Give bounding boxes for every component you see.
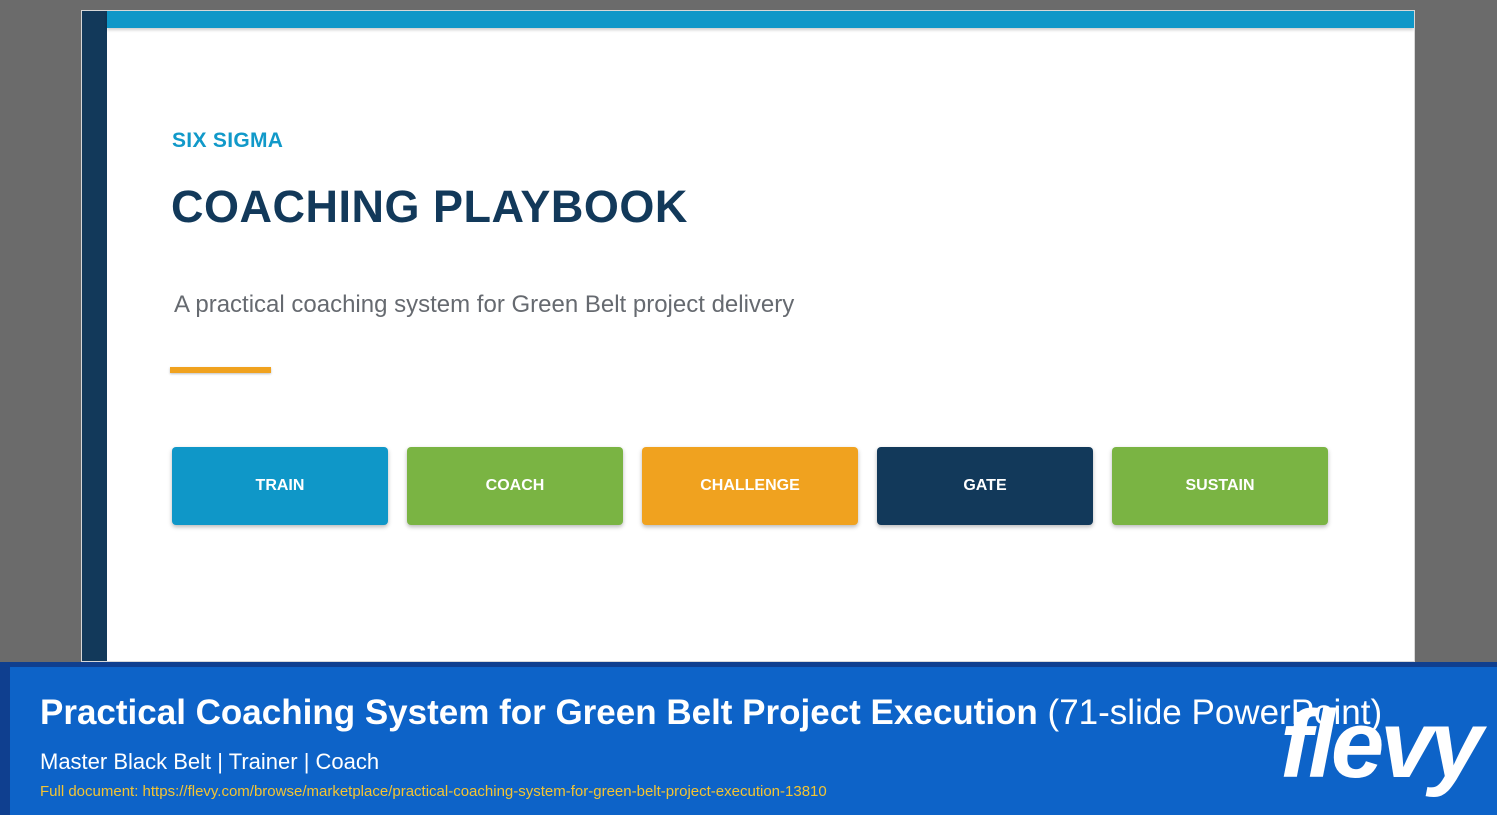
slide-subtitle: A practical coaching system for Green Be…	[174, 291, 795, 318]
document-title-main: Practical Coaching System for Green Belt…	[40, 693, 1038, 732]
footer-panel: Practical Coaching System for Green Belt…	[10, 667, 1497, 815]
pill-train[interactable]: TRAIN	[172, 447, 388, 525]
footer-banner: Practical Coaching System for Green Belt…	[0, 662, 1497, 815]
author-line: Master Black Belt | Trainer | Coach	[40, 749, 380, 774]
slide-title: COACHING PLAYBOOK	[171, 181, 688, 232]
document-link[interactable]: Full document: https://flevy.com/browse/…	[40, 783, 827, 800]
slide-top-bar	[107, 11, 1414, 28]
slide-left-bar	[82, 11, 107, 661]
pill-coach[interactable]: COACH	[407, 447, 623, 525]
pill-sustain[interactable]: SUSTAIN	[1112, 447, 1328, 525]
document-title: Practical Coaching System for Green Belt…	[40, 693, 1382, 733]
slide: SIX SIGMA COACHING PLAYBOOK A practical …	[81, 10, 1415, 662]
pill-challenge[interactable]: CHALLENGE	[642, 447, 858, 525]
accent-line	[170, 367, 271, 373]
slide-eyebrow: SIX SIGMA	[172, 129, 284, 152]
pill-gate[interactable]: GATE	[877, 447, 1093, 525]
flevy-logo[interactable]: flevy	[1280, 697, 1483, 793]
